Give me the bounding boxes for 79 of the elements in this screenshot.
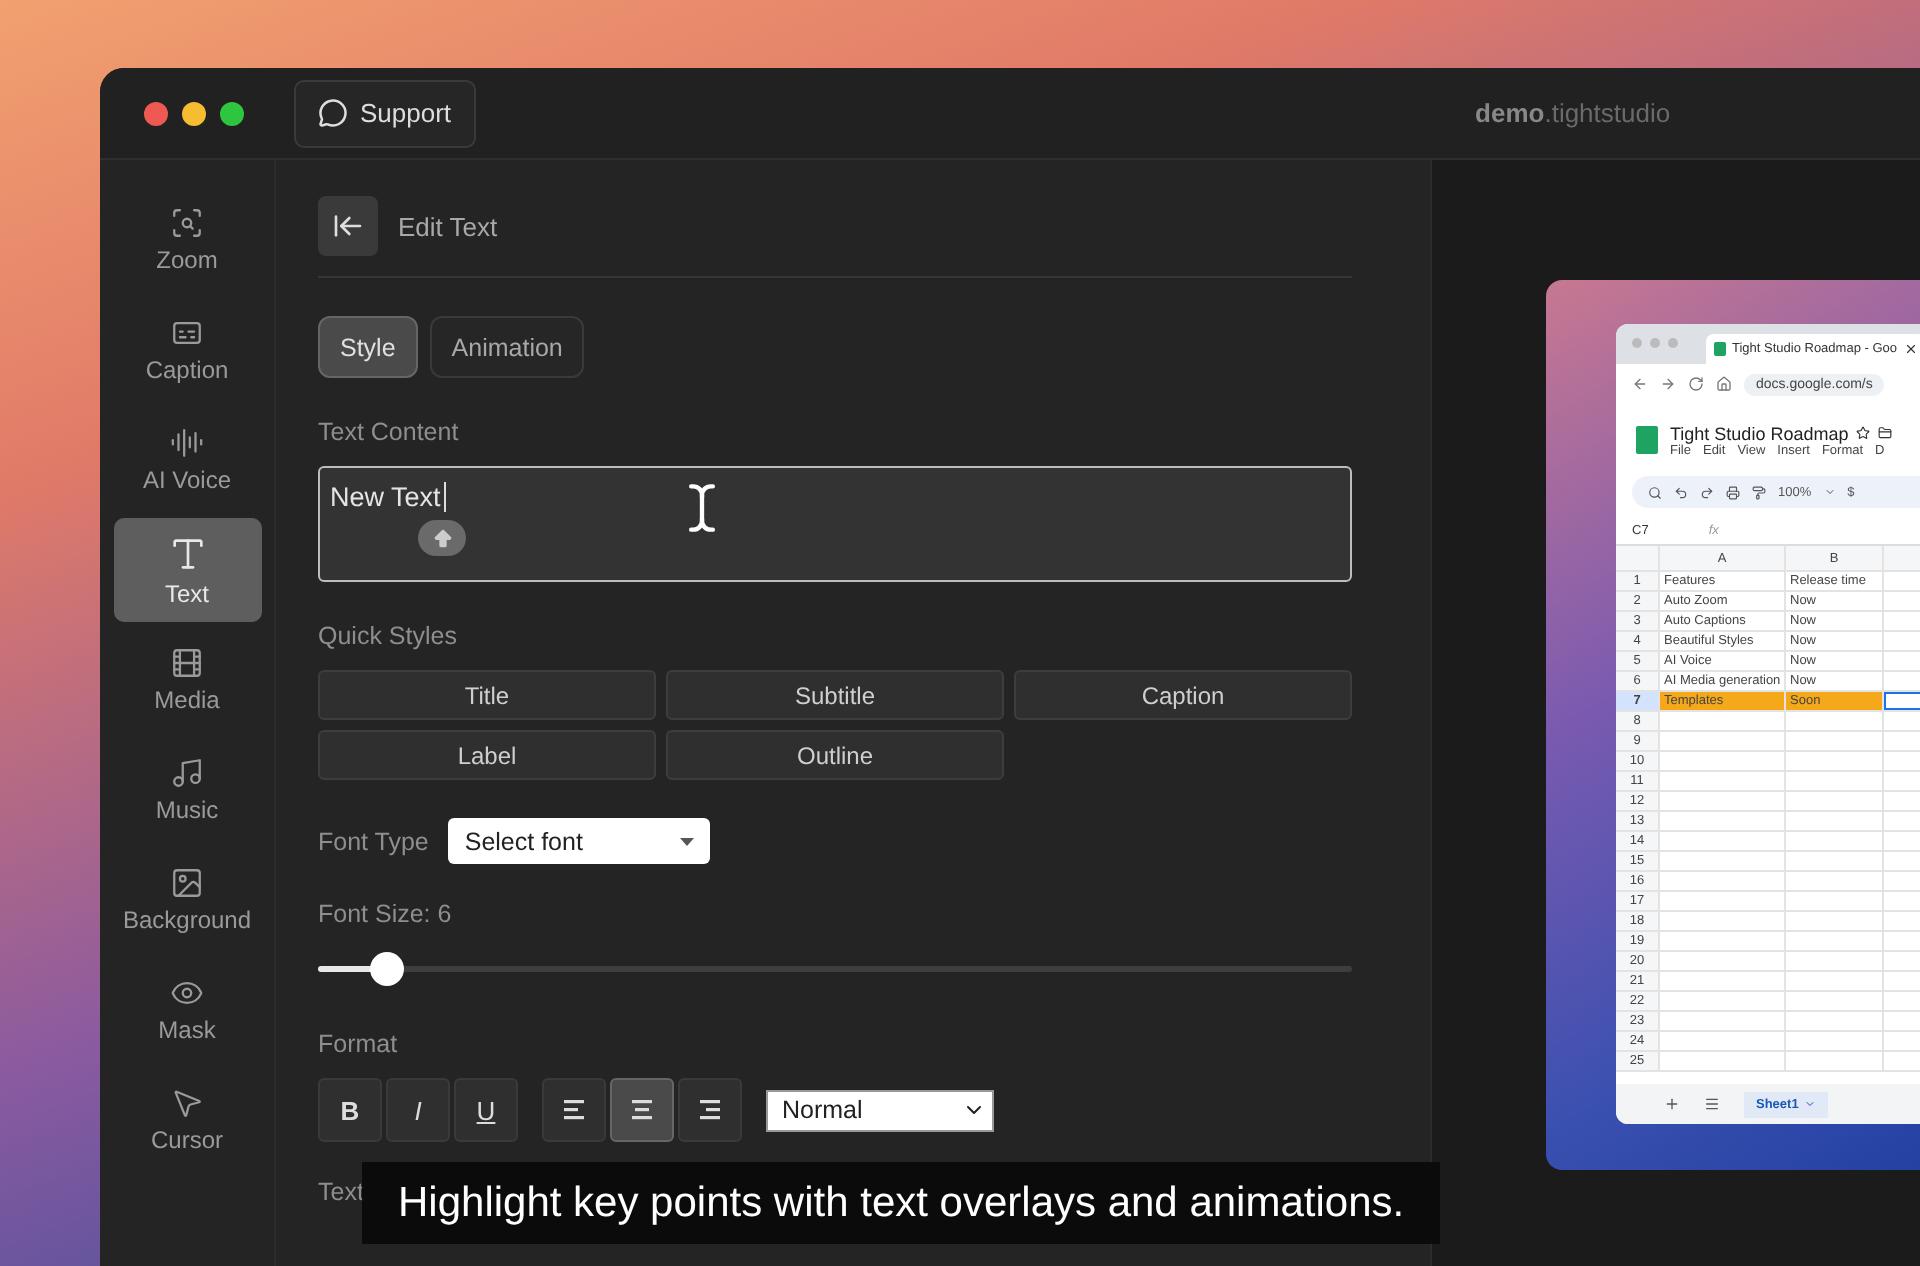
align-icon — [562, 1100, 586, 1120]
support-button[interactable]: Support — [294, 79, 476, 147]
align-button[interactable] — [678, 1078, 742, 1142]
quick-style-button[interactable]: Subtitle — [666, 670, 1004, 720]
field-label: Text — [318, 1178, 364, 1206]
sidebar-item[interactable]: Cursor — [113, 1068, 261, 1172]
zoom-icon — [170, 206, 204, 240]
caret-icon — [1823, 486, 1836, 498]
font-size-slider[interactable] — [318, 952, 1352, 986]
minimize-dot[interactable] — [182, 101, 206, 125]
eye-icon — [170, 976, 204, 1010]
text-input[interactable]: New Text — [318, 466, 1352, 582]
back-arrow-icon — [1632, 376, 1648, 392]
back-icon — [332, 210, 364, 242]
audio-wave-icon — [170, 426, 204, 460]
menu-icon[interactable] — [1704, 1096, 1720, 1112]
align-icon — [698, 1100, 722, 1120]
block-type-select[interactable]: Normal — [766, 1089, 994, 1131]
caret-icon — [680, 837, 695, 845]
tab[interactable]: Style — [318, 316, 418, 378]
align-button[interactable] — [542, 1078, 606, 1142]
panel-title: Edit Text — [398, 211, 498, 241]
align-icon — [630, 1100, 654, 1120]
text-icon — [167, 533, 207, 573]
field-label: Text Content — [318, 418, 459, 446]
format-button[interactable]: B — [318, 1078, 382, 1142]
quick-style-button[interactable]: Outline — [666, 730, 1004, 780]
sidebar-item[interactable]: Caption — [113, 298, 261, 402]
cursor-icon — [170, 1086, 204, 1120]
shift-key-icon — [418, 520, 466, 556]
slider-thumb[interactable] — [370, 952, 405, 986]
forward-arrow-icon — [1660, 376, 1676, 392]
sheets-icon — [1636, 425, 1658, 455]
sidebar-item[interactable]: AI Voice — [113, 408, 261, 512]
quick-style-button[interactable]: Caption — [1014, 670, 1352, 720]
add-sheet-icon[interactable] — [1664, 1096, 1680, 1112]
field-label: Format — [318, 1030, 398, 1058]
search-icon — [1648, 485, 1662, 499]
image-icon — [170, 866, 204, 900]
reload-icon — [1688, 376, 1704, 392]
close-icon — [1903, 342, 1917, 356]
zoom-dot[interactable] — [220, 101, 244, 125]
caption-icon — [170, 316, 204, 350]
quick-style-button[interactable]: Label — [318, 730, 656, 780]
redo-icon — [1700, 485, 1714, 499]
paint-roller-icon — [1752, 485, 1766, 499]
font-select[interactable]: Select font — [448, 818, 711, 864]
document-title: Tight Studio Roadmap — [1670, 423, 1849, 443]
quick-style-button[interactable]: Title — [318, 670, 656, 720]
app-title: demo.tightstudio — [1475, 98, 1671, 128]
window-dot — [1668, 338, 1678, 348]
sheets-icon — [1714, 341, 1726, 357]
sidebar-item[interactable]: Media — [113, 628, 261, 732]
music-icon — [170, 756, 204, 790]
home-icon — [1716, 376, 1732, 392]
back-button[interactable] — [318, 196, 378, 256]
field-label: Quick Styles — [318, 622, 457, 650]
chat-icon — [318, 98, 348, 128]
tab[interactable]: Animation — [429, 316, 585, 378]
field-label: Font Size: 6 — [318, 900, 452, 928]
caret-icon — [1804, 1098, 1817, 1110]
window-dot — [1632, 338, 1642, 348]
sidebar-item[interactable]: Zoom — [113, 188, 261, 292]
film-icon — [170, 646, 204, 680]
undo-icon — [1674, 485, 1688, 499]
sidebar-item[interactable]: Text — [113, 518, 261, 622]
window-dot — [1650, 338, 1660, 348]
star-icon — [1856, 426, 1871, 440]
sidebar-item[interactable]: Mask — [113, 958, 261, 1062]
align-button[interactable] — [610, 1078, 674, 1142]
folder-icon — [1878, 426, 1893, 440]
field-label: Font Type — [318, 827, 429, 855]
close-dot[interactable] — [144, 101, 168, 125]
subtitle-caption: Highlight key points with text overlays and animations. — [362, 1162, 1441, 1244]
format-button[interactable]: I — [386, 1078, 450, 1142]
printer-icon — [1726, 485, 1740, 499]
sidebar-item[interactable]: Music — [113, 738, 261, 842]
sidebar-item[interactable]: Background — [113, 848, 261, 952]
format-button[interactable]: U — [454, 1078, 518, 1142]
